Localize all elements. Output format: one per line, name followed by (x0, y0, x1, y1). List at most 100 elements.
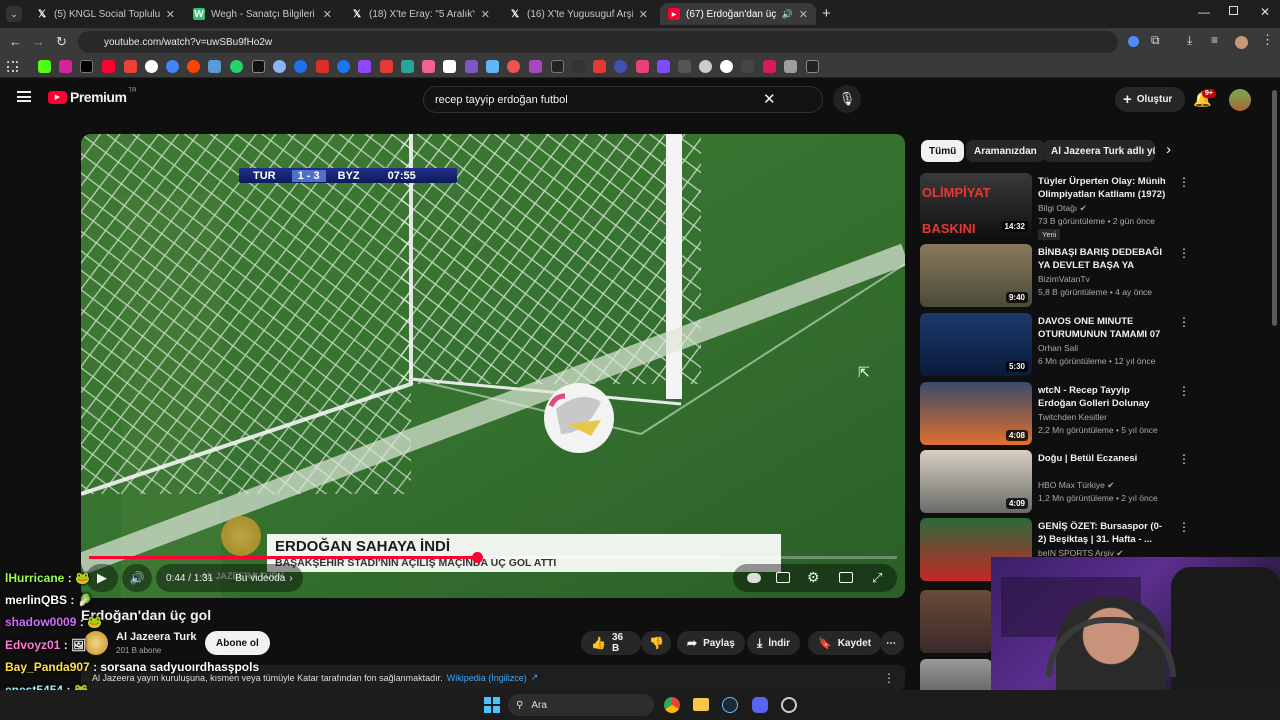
chip-channel[interactable]: Al Jazeera Turk adlı yük (1043, 140, 1155, 162)
play-button[interactable]: ▶ (86, 564, 118, 592)
back-icon[interactable]: ← (9, 34, 22, 49)
download-button[interactable]: ⤓ İndir (747, 631, 800, 655)
progress-bar[interactable] (89, 552, 897, 563)
browser-tab[interactable]: 𝕏 (18) X'te Eray: "5 Aralık'ta oyna ✕ (343, 3, 498, 25)
chip-from-search[interactable]: Aramanızdan (966, 140, 1045, 162)
like-button[interactable]: 👍 36 B (581, 631, 641, 655)
browser-menu-icon[interactable]: ⋮ (1261, 32, 1274, 48)
bookmark-icon[interactable] (124, 60, 137, 73)
windows-start-icon[interactable] (484, 697, 500, 713)
apps-grid-icon[interactable] (7, 61, 18, 72)
tab-search-icon[interactable]: ⌄ (6, 6, 22, 22)
recommendation-item[interactable]: 4:09 Doğu | Betül Eczanesi HBO Max Türki… (920, 450, 1190, 514)
bookmark-icon[interactable] (699, 60, 712, 73)
bookmark-google-icon[interactable] (145, 60, 158, 73)
share-button[interactable]: ➦ Paylaş (677, 631, 745, 655)
bookmark-icon[interactable] (636, 60, 649, 73)
rec-thumbnail-partial[interactable] (920, 659, 992, 690)
fullscreen-icon[interactable]: ⤢ (872, 570, 882, 586)
bookmark-icon[interactable] (593, 60, 606, 73)
close-window-button[interactable]: ✕ (1260, 5, 1270, 19)
subtitles-icon[interactable] (776, 572, 790, 583)
bookmark-icon[interactable] (551, 60, 564, 73)
chip-all[interactable]: Tümü (921, 140, 965, 162)
rec-menu-icon[interactable]: ⋮ (1178, 175, 1190, 189)
reading-list-icon[interactable]: ≡ (1211, 33, 1218, 47)
chevron-right-icon[interactable]: › (1166, 141, 1171, 158)
recommendation-item[interactable]: 5:30 DAVOS ONE MINUTE OTURUMUNUN TAMAMI … (920, 313, 1190, 377)
bookmark-icon[interactable] (784, 60, 797, 73)
bookmark-icon[interactable] (166, 60, 179, 73)
close-tab-icon[interactable]: ✕ (166, 8, 175, 21)
bookmark-icon[interactable] (252, 60, 265, 73)
save-button[interactable]: 🔖 Kaydet (808, 631, 882, 655)
browser-tab-active[interactable]: ▶ (67) Erdoğan'dan üç gol - Yo 🔊 ✕ (660, 3, 816, 25)
close-tab-icon[interactable]: ✕ (799, 8, 808, 21)
bookmark-x-icon[interactable] (80, 60, 93, 73)
close-tab-icon[interactable]: ✕ (323, 8, 332, 21)
rec-thumbnail-partial[interactable] (920, 590, 992, 653)
volume-button[interactable]: 🔊 (122, 564, 152, 592)
reload-icon[interactable]: ↻ (56, 34, 67, 50)
file-explorer-icon[interactable] (693, 698, 709, 711)
settings-gear-icon[interactable]: ⚙ (807, 569, 820, 586)
voice-search-icon[interactable]: 🎙 (833, 85, 861, 113)
dislike-button[interactable]: 👎 (641, 631, 671, 655)
app-icon[interactable] (781, 697, 797, 713)
close-tab-icon[interactable]: ✕ (639, 8, 648, 21)
channel-avatar[interactable] (84, 631, 108, 655)
wikipedia-link[interactable]: Wikipedia (İngilizce) (447, 673, 527, 683)
url-field[interactable]: youtube.com/watch?v=uwSBu9fHo2w (78, 31, 1118, 53)
recommendation-item[interactable]: 9:40 BİNBAŞI BARIŞ DEDEBAĞI YA DEVLET BA… (920, 244, 1190, 308)
taskbar-search[interactable]: ⚲ Ara (508, 694, 654, 716)
account-avatar[interactable] (1229, 89, 1251, 111)
browser-tab[interactable]: 𝕏 (5) KNGL Social Topluluk / X ✕ (28, 3, 183, 25)
autoplay-toggle[interactable] (747, 573, 761, 583)
bookmark-icon[interactable] (316, 60, 329, 73)
bookmark-icon[interactable] (678, 60, 691, 73)
chrome-taskbar-icon[interactable] (664, 697, 680, 713)
rec-menu-icon[interactable]: ⋮ (1178, 246, 1190, 260)
subscribe-button[interactable]: Abone ol (205, 631, 270, 655)
close-tab-icon[interactable]: ✕ (481, 8, 490, 21)
bookmark-icon[interactable] (294, 60, 307, 73)
video-player[interactable]: TUR 1 - 3 BYZ 07:55 AL JAZEERA TURK ERDO… (81, 134, 905, 598)
new-tab-button[interactable]: + (822, 5, 831, 22)
browser-tab[interactable]: 𝕏 (16) X'te Yugusuguf Arşiv: "bu h ✕ (501, 3, 656, 25)
bookmark-icon[interactable] (443, 60, 456, 73)
bookmark-twitch-icon[interactable] (358, 60, 371, 73)
steam-icon[interactable] (722, 697, 738, 713)
youtube-logo[interactable]: ▶ Premium TR (48, 88, 136, 105)
create-button[interactable]: + Oluştur (1115, 87, 1185, 112)
bookmark-icon[interactable] (507, 60, 520, 73)
discord-icon[interactable] (752, 697, 768, 713)
bookmark-kick-icon[interactable] (38, 60, 51, 73)
browser-tab[interactable]: W Wegh - Sanatçı Bilgileri ve Etkin ✕ (185, 3, 340, 25)
bookmark-instagram-icon[interactable] (59, 60, 72, 73)
bookmark-youtube-icon[interactable] (102, 60, 115, 73)
extensions-puzzle-icon[interactable]: ⧉ (1151, 33, 1160, 48)
bookmark-icon[interactable] (614, 60, 627, 73)
profile-avatar-icon[interactable] (1235, 36, 1248, 49)
notice-menu-icon[interactable]: ⋮ (883, 671, 895, 685)
bookmark-icon[interactable] (720, 60, 733, 73)
bookmark-icon[interactable] (806, 60, 819, 73)
bookmark-icon[interactable] (741, 60, 754, 73)
bookmark-icon[interactable] (763, 60, 776, 73)
bookmark-icon[interactable] (380, 60, 393, 73)
bookmark-icon[interactable] (657, 60, 670, 73)
bookmark-icon[interactable] (273, 60, 286, 73)
bookmark-icon[interactable] (465, 60, 478, 73)
rec-menu-icon[interactable]: ⋮ (1178, 520, 1190, 534)
rec-menu-icon[interactable]: ⋮ (1178, 452, 1190, 466)
bookmark-icon[interactable] (486, 60, 499, 73)
rec-menu-icon[interactable]: ⋮ (1178, 315, 1190, 329)
speaker-icon[interactable]: 🔊 (782, 9, 793, 20)
bookmark-reddit-icon[interactable] (187, 60, 200, 73)
recommendation-item[interactable]: OLİMPİYAT BASKINI 14:32 Tüyler Ürperten … (920, 173, 1190, 240)
extension-blue-icon[interactable] (1128, 36, 1139, 47)
more-actions-button[interactable]: ⋯ (880, 631, 904, 655)
maximize-button[interactable] (1229, 6, 1238, 15)
page-scrollbar[interactable] (1272, 90, 1277, 326)
miniplayer-icon[interactable] (839, 572, 853, 583)
